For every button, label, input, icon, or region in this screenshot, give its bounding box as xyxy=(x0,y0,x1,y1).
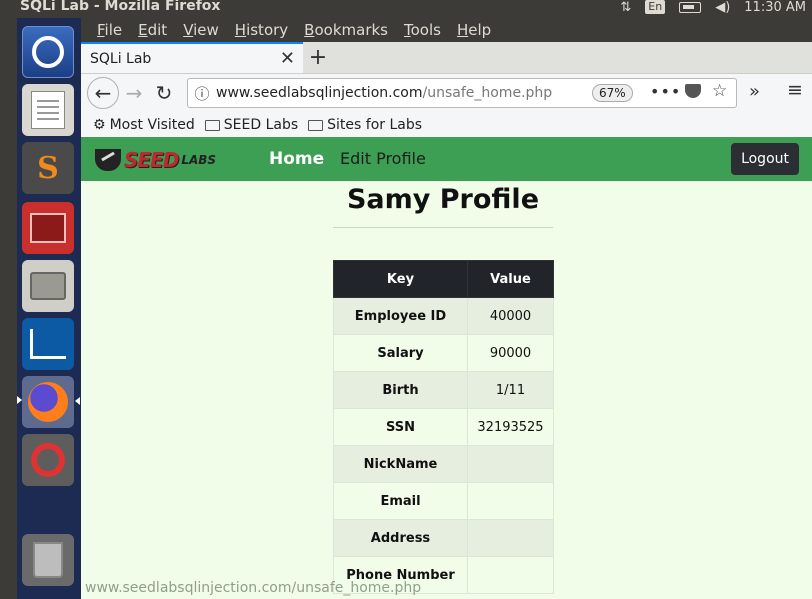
back-button[interactable]: ← xyxy=(87,77,119,109)
profile-table: Key Value Employee ID 40000 Salary 90000… xyxy=(333,260,554,594)
trash-icon[interactable] xyxy=(22,534,74,586)
header-value: Value xyxy=(467,260,554,298)
logout-button[interactable]: Logout xyxy=(731,143,799,175)
row-value xyxy=(467,445,554,483)
table-row: SSN 32193525 xyxy=(333,408,554,446)
table-header-row: Key Value xyxy=(333,260,554,298)
hamburger-menu-icon[interactable]: ≡ xyxy=(787,79,803,101)
menu-edit[interactable]: Edit xyxy=(130,21,175,39)
row-key: Birth xyxy=(333,371,468,409)
row-key: Employee ID xyxy=(333,297,468,335)
table-row: NickName xyxy=(333,445,554,483)
folder-icon xyxy=(204,119,220,131)
bookmarks-toolbar: ⚙ Most Visited SEED Labs Sites for Labs xyxy=(81,112,812,138)
menu-bookmarks[interactable]: Bookmarks xyxy=(296,21,396,39)
keyboard-layout-indicator[interactable]: En xyxy=(645,0,666,14)
clock[interactable]: 11:30 AM xyxy=(744,0,806,15)
menu-tools[interactable]: Tools xyxy=(396,21,449,39)
row-value: 90000 xyxy=(467,334,554,372)
row-key: Email xyxy=(333,482,468,520)
row-value xyxy=(467,482,554,520)
status-bar-url: www.seedlabsqlinjection.com/unsafe_home.… xyxy=(85,580,422,596)
site-info-icon[interactable]: ⓘ xyxy=(188,83,216,104)
row-key: Salary xyxy=(333,334,468,372)
nav-bar: ← → ↻ ⓘ www.seedlabsqlinjection.com/unsa… xyxy=(81,74,812,112)
menu-view[interactable]: View xyxy=(175,21,227,39)
row-value: 40000 xyxy=(467,297,554,335)
running-indicator-icon xyxy=(17,396,22,404)
logo-suffix: LABS xyxy=(181,153,217,167)
row-key: Address xyxy=(333,519,468,557)
wireshark-icon[interactable] xyxy=(22,318,74,370)
sublime-icon[interactable]: S xyxy=(22,142,74,194)
battery-icon[interactable] xyxy=(679,1,702,13)
row-key: SSN xyxy=(333,408,468,446)
seed-labs-logo[interactable]: SEED LABS xyxy=(95,148,216,172)
site-navbar: SEED LABS Home Edit Profile Logout xyxy=(81,137,812,181)
forward-button[interactable]: → xyxy=(119,78,149,108)
table-row: Address xyxy=(333,519,554,557)
launcher: S xyxy=(17,18,81,599)
active-indicator-icon xyxy=(75,397,80,405)
close-tab-icon[interactable]: ✕ xyxy=(280,48,295,69)
new-tab-button[interactable]: + xyxy=(303,42,333,73)
firefox-icon[interactable] xyxy=(22,376,74,428)
text-editor-icon[interactable] xyxy=(22,84,74,136)
reload-button[interactable]: ↻ xyxy=(149,78,179,108)
table-row: Salary 90000 xyxy=(333,334,554,372)
network-transfer-icon[interactable]: ⇅ xyxy=(620,0,631,15)
row-value: 1/11 xyxy=(467,371,554,409)
files-icon[interactable] xyxy=(22,260,74,312)
url-host: www.seedlabsqlinjection.com xyxy=(216,85,423,101)
title-divider xyxy=(333,227,553,228)
page-content: SEED LABS Home Edit Profile Logout Samy P… xyxy=(81,137,812,599)
table-row: Birth 1/11 xyxy=(333,371,554,409)
page-actions-icon[interactable]: ••• xyxy=(650,82,681,101)
gear-icon: ⚙ xyxy=(93,116,106,133)
tab-bar: SQLi Lab ✕ + xyxy=(81,42,812,74)
bookmark-most-visited[interactable]: ⚙ Most Visited xyxy=(93,117,195,133)
table-row: Employee ID 40000 xyxy=(333,297,554,335)
menu-file[interactable]: File xyxy=(89,21,130,39)
row-value xyxy=(467,556,554,594)
bookmark-sites-for-labs[interactable]: Sites for Labs xyxy=(308,117,422,133)
row-value xyxy=(467,519,554,557)
volume-icon[interactable]: ◀) xyxy=(715,0,730,15)
zoom-level-button[interactable]: 67% xyxy=(592,84,633,102)
system-tray: ⇅ En ◀) 11:30 AM xyxy=(620,0,812,16)
bookmark-star-icon[interactable]: ☆ xyxy=(712,81,727,101)
terminal-icon[interactable] xyxy=(22,202,74,254)
shield-icon xyxy=(95,149,121,171)
dash-icon[interactable] xyxy=(22,26,74,78)
firefox-window: File Edit View History Bookmarks Tools H… xyxy=(81,18,812,599)
row-key: NickName xyxy=(333,445,468,483)
nav-edit-profile-link[interactable]: Edit Profile xyxy=(340,149,426,168)
tab-sqli-lab[interactable]: SQLi Lab ✕ xyxy=(81,42,303,73)
tab-label: SQLi Lab xyxy=(90,50,152,67)
pocket-icon[interactable] xyxy=(685,84,701,98)
nav-home-link[interactable]: Home xyxy=(269,149,324,169)
url-path: /unsafe_home.php xyxy=(422,85,553,101)
top-panel: SQLi Lab - Mozilla Firefox ⇅ En ◀) 11:30… xyxy=(0,0,812,18)
menu-bar: File Edit View History Bookmarks Tools H… xyxy=(81,18,812,42)
overflow-chevron-icon[interactable]: » xyxy=(749,81,760,102)
window-title: SQLi Lab - Mozilla Firefox xyxy=(20,0,221,14)
row-value: 32193525 xyxy=(467,408,554,446)
menu-help[interactable]: Help xyxy=(449,21,499,39)
folder-icon xyxy=(308,119,324,131)
logo-word: SEED xyxy=(124,148,179,172)
menu-history[interactable]: History xyxy=(227,21,296,39)
url-bar[interactable]: ⓘ www.seedlabsqlinjection.com/unsafe_hom… xyxy=(187,78,737,108)
header-key: Key xyxy=(333,260,468,298)
table-row: Email xyxy=(333,482,554,520)
bookmark-seed-labs[interactable]: SEED Labs xyxy=(204,117,298,133)
settings-icon[interactable] xyxy=(22,434,74,486)
profile-title: Samy Profile xyxy=(346,184,540,215)
